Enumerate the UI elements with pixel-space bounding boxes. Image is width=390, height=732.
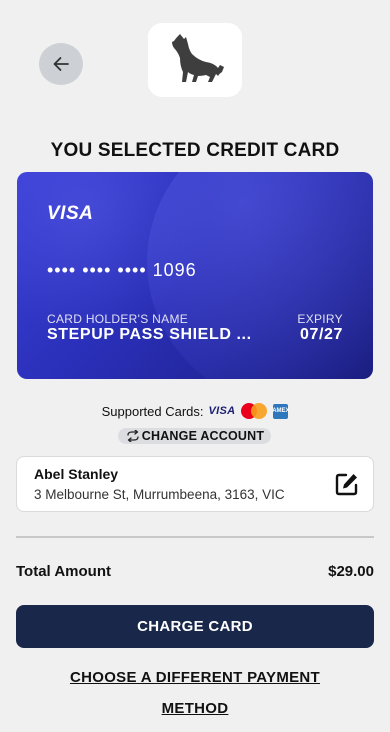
payment-confirmation-screen: YOU SELECTED CREDIT CARD VISA •••• •••• …: [0, 0, 390, 732]
supported-cards-label: Supported Cards:: [101, 403, 204, 419]
supported-cards: Supported Cards: VISA AMEX: [0, 403, 390, 419]
divider: [16, 536, 374, 538]
back-button[interactable]: [39, 43, 83, 85]
choose-different-payment-method-link[interactable]: CHOOSE A DIFFERENT PAYMENT METHOD: [60, 662, 330, 724]
account-name: Abel Stanley: [34, 466, 119, 482]
card-holder-name: STEPUP PASS SHIELD ...: [47, 326, 252, 343]
card-expiry-label: EXPIRY: [297, 312, 343, 326]
page-title: YOU SELECTED CREDIT CARD: [50, 140, 340, 161]
account-details-card: Abel Stanley 3 Melbourne St, Murrumbeena…: [16, 456, 374, 512]
card-holder-label: CARD HOLDER'S NAME: [47, 312, 189, 326]
change-account-button[interactable]: CHANGE ACCOUNT: [118, 428, 271, 444]
mastercard-icon: [241, 403, 268, 419]
change-account-label: CHANGE ACCOUNT: [141, 429, 265, 443]
charge-card-button[interactable]: CHARGE CARD: [16, 605, 374, 648]
card-expiry-value: 07/27: [299, 326, 343, 343]
card-number: •••• •••• •••• 1096: [47, 260, 197, 280]
account-address: 3 Melbourne St, Murrumbeena, 3163, VIC: [34, 487, 285, 502]
arrow-left-icon: [53, 57, 69, 71]
card-brand-visa: VISA: [47, 203, 94, 224]
edit-account-button[interactable]: [333, 470, 361, 498]
sync-icon: [125, 430, 141, 442]
visa-icon: VISA: [208, 405, 236, 417]
edit-icon: [335, 473, 358, 496]
amex-icon: AMEX: [272, 403, 290, 419]
app-logo: [148, 23, 242, 97]
total-amount-value: $29.00: [328, 563, 374, 580]
credit-card-preview: VISA •••• •••• •••• 1096 CARD HOLDER'S N…: [17, 172, 373, 379]
wolf-howling-icon: [172, 34, 224, 82]
total-amount-label: Total Amount: [16, 563, 111, 580]
